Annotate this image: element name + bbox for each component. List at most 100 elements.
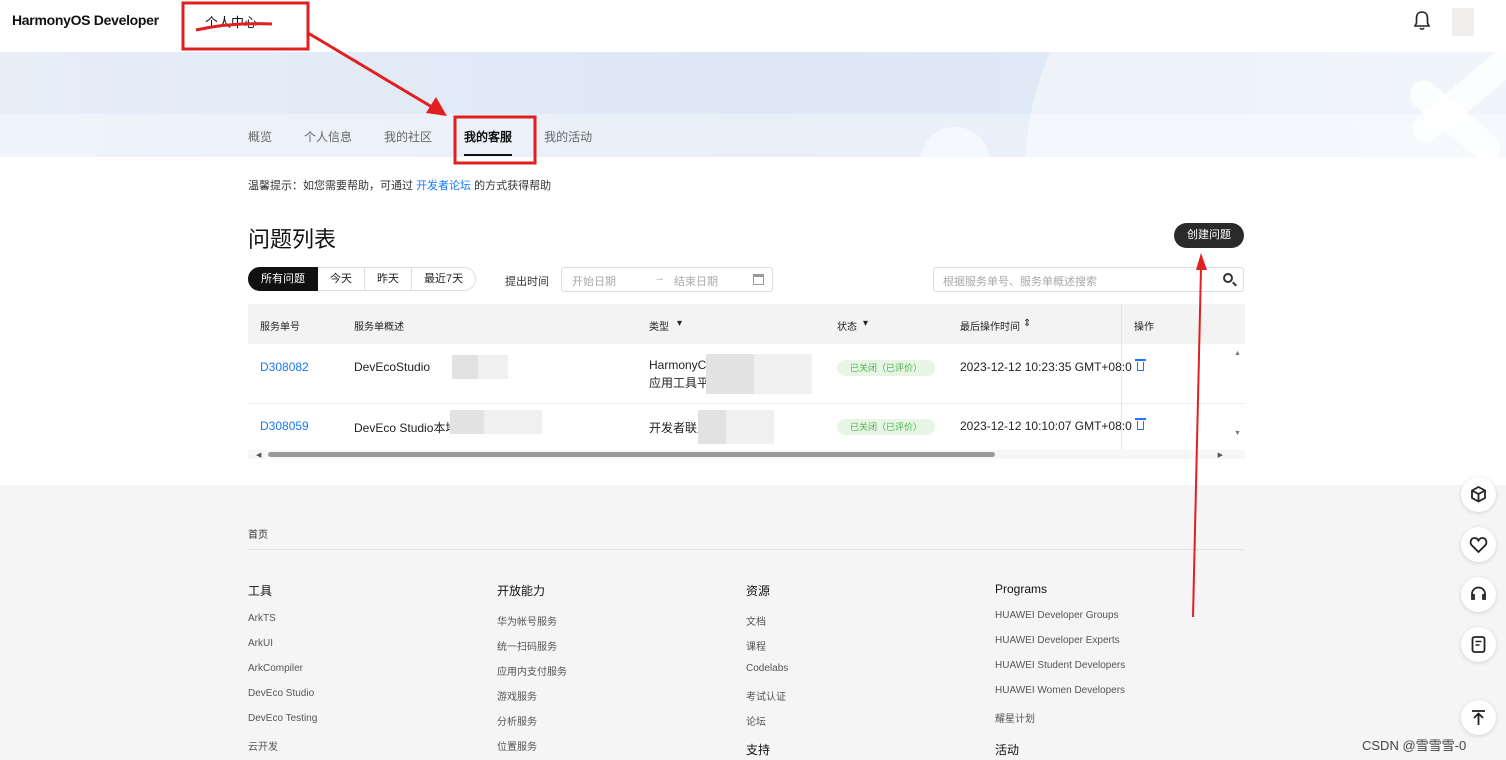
status-filter-icon[interactable]: ▾ [863,318,868,329]
header-summary: 服务单概述 [354,322,404,333]
tab-my-activity[interactable]: 我的活动 [544,128,592,156]
table-header: 服务单号 服务单概述 类型 ▾ 状态 ▾ 最后操作时间 ⇕ 操作 [248,304,1245,344]
footer-link[interactable]: 华为帐号服务 [497,613,567,638]
tab-personal-info[interactable]: 个人信息 [304,128,352,156]
search-icon[interactable] [1223,273,1233,283]
headset-icon [1471,586,1486,600]
search-input[interactable]: 根据服务单号、服务单概述搜索 [933,267,1244,292]
bell-icon[interactable] [1412,10,1432,32]
tab-my-service[interactable]: 我的客服 [464,128,513,156]
tip-suffix: 的方式获得帮助 [474,180,552,192]
redacted-block [478,355,508,379]
ticket-id-link[interactable]: D308059 [260,419,309,433]
personal-center-nav[interactable]: 个人中心 [205,12,257,31]
footer-column-title: 资源 [746,584,771,598]
filter-group: 所有问题 今天 昨天 最近7天 [248,267,477,291]
date-range-arrow: → [654,272,665,284]
redacted-block [450,410,484,434]
filter-last-7-days[interactable]: 最近7天 [412,267,477,291]
page-title: 问题列表 [248,227,337,252]
table-row: D308082 DevEcoStudio HarmonyC 应用工具平 已关闭（… [248,344,1245,404]
header-last-op: 最后操作时间 [960,322,1020,333]
footer-column-title: 开放能力 [497,584,546,598]
status-badge: 已关闭（已评价） [837,419,935,435]
cube-icon [1471,485,1486,503]
footer-column-tools: 工具 ArkTS ArkUI ArkCompiler DevEco Studio… [248,582,317,760]
help-tip: 温馨提示：如您需要帮助，可通过 开发者论坛 的方式获得帮助 [248,177,551,193]
floating-heart-button[interactable] [1461,527,1496,562]
ticket-summary: DevEcoStudio [354,360,431,374]
watermark: CSDN @雪雪雪-0 [1362,738,1467,753]
status-badge: 已关闭（已评价） [837,360,935,376]
footer-link[interactable]: 统一扫码服务 [497,638,567,663]
footer-column-title: 工具 [248,584,273,598]
developer-forum-link[interactable]: 开发者论坛 [416,180,471,192]
filter-today[interactable]: 今天 [318,267,365,291]
heart-icon [1469,537,1488,554]
footer-home-link[interactable]: 首页 [248,526,268,541]
floating-support-button[interactable] [1461,577,1496,612]
footer-link[interactable]: 文档 [746,613,788,638]
redacted-block [698,410,726,444]
ticket-summary: DevEco Studio本地 [354,421,458,435]
scroll-down-icon[interactable]: ▼ [1234,430,1241,437]
footer-link[interactable]: 论坛 [746,713,788,738]
last-op-time: 2023-12-12 10:23:35 GMT+08:0 [960,360,1132,374]
footer-column-title: Programs [995,582,1048,596]
ticket-type: HarmonyC [649,358,707,372]
ticket-id-link[interactable]: D308082 [260,360,309,374]
footer-link[interactable]: HUAWEI Student Developers [995,660,1125,685]
create-issue-button[interactable]: 创建问题 [1174,223,1244,248]
footer-link[interactable]: DevEco Testing [248,713,317,738]
footer-link[interactable]: ArkCompiler [248,663,317,688]
footer-column-resources: 资源 文档 课程 Codelabs 考试认证 论坛 [746,582,788,738]
arrow-up-icon [1472,710,1485,725]
footer-link[interactable]: HUAWEI Women Developers [995,685,1125,710]
search-placeholder: 根据服务单号、服务单概述搜索 [943,276,1097,288]
horizontal-scrollbar[interactable]: ◀ ▶ [248,450,1245,459]
filter-all[interactable]: 所有问题 [248,267,318,291]
issue-table: 服务单号 服务单概述 类型 ▾ 状态 ▾ 最后操作时间 ⇕ 操作 D308082… [248,304,1245,459]
footer-link[interactable]: 游戏服务 [497,688,567,713]
scroll-right-icon[interactable]: ▶ [1218,451,1223,459]
footer-link[interactable]: ArkUI [248,638,317,663]
scroll-thumb[interactable] [268,452,995,457]
footer-link[interactable]: 分析服务 [497,713,567,738]
type-filter-icon[interactable]: ▾ [677,318,682,329]
footer-link[interactable]: Codelabs [746,663,788,688]
footer-link[interactable]: 云开发 [248,738,317,760]
footer-link[interactable]: 位置服务 [497,738,567,760]
footer-link[interactable]: 课程 [746,638,788,663]
footer-link[interactable]: HUAWEI Developer Groups [995,610,1125,635]
tab-my-community[interactable]: 我的社区 [384,128,432,156]
footer-column-programs: Programs HUAWEI Developer Groups HUAWEI … [995,582,1125,735]
footer-link[interactable]: HUAWEI Developer Experts [995,635,1125,660]
avatar[interactable] [1452,8,1474,36]
footer-link[interactable]: ArkTS [248,613,317,638]
footer-link[interactable]: 应用内支付服务 [497,663,567,688]
last-op-time: 2023-12-12 10:10:07 GMT+08:0 [960,419,1132,433]
calendar-icon[interactable] [753,274,764,285]
scroll-up-icon[interactable]: ▲ [1234,350,1241,357]
filter-yesterday[interactable]: 昨天 [365,267,412,291]
footer-link[interactable]: 考试认证 [746,688,788,713]
date-range-picker[interactable]: 开始日期 → 结束日期 [561,267,773,292]
tab-overview[interactable]: 概览 [248,128,272,156]
floating-feedback-button[interactable] [1461,627,1496,662]
start-date-field[interactable]: 开始日期 [572,273,616,289]
scroll-left-icon[interactable]: ◀ [256,451,261,459]
footer-link[interactable]: DevEco Studio [248,688,317,713]
footer-column-capabilities: 开放能力 华为帐号服务 统一扫码服务 应用内支付服务 游戏服务 分析服务 位置服… [497,582,567,760]
sort-icon[interactable]: ⇕ [1023,318,1031,329]
footer-column-title-activities: 活动 [995,743,1020,757]
tip-prefix: 温馨提示：如您需要帮助，可通过 [248,180,413,192]
header-type: 类型 [649,322,669,333]
back-to-top-button[interactable] [1461,700,1496,735]
ticket-type-line2: 应用工具平 [649,376,710,390]
harmonyos-developer-logo[interactable]: HarmonyOS Developer [12,12,159,28]
footer-link[interactable]: 耀星计划 [995,710,1125,735]
header-id: 服务单号 [260,322,300,333]
end-date-field[interactable]: 结束日期 [674,273,718,289]
redacted-block [754,354,812,394]
floating-cube-button[interactable] [1461,477,1496,512]
